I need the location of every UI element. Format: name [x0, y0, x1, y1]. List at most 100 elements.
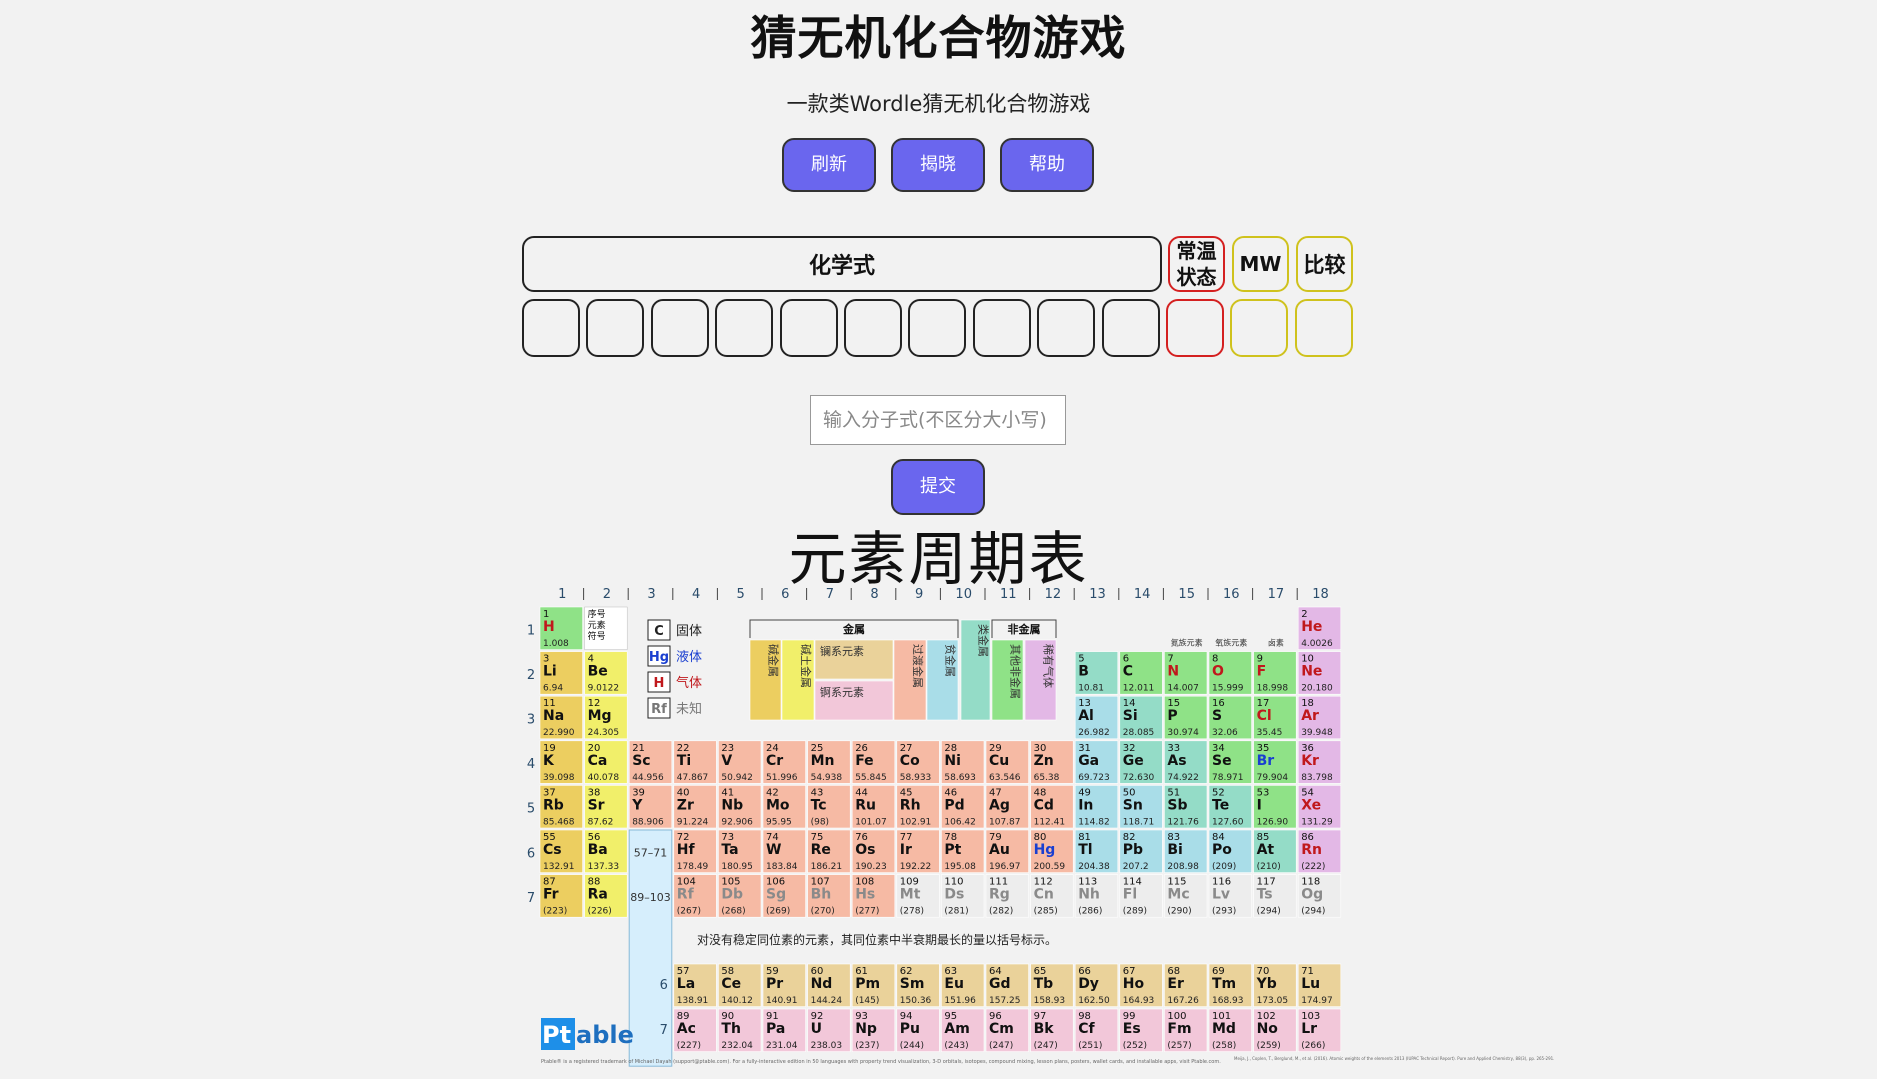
- atomic-weight: 35.45: [1257, 728, 1283, 738]
- atomic-number: 108: [855, 877, 874, 888]
- formula-tile-7: [908, 299, 967, 357]
- element-symbol: Tm: [1212, 976, 1236, 992]
- element-symbol: Pr: [766, 976, 783, 992]
- atomic-number: 13: [1078, 698, 1091, 709]
- legend-symbol: C: [654, 624, 664, 639]
- atomic-weight: (251): [1078, 1041, 1102, 1051]
- atomic-number: 83: [1167, 832, 1180, 843]
- help-button[interactable]: 帮助: [1000, 138, 1094, 192]
- period-number: 1: [527, 623, 535, 638]
- submit-button[interactable]: 提交: [891, 459, 985, 515]
- atomic-number: 52: [1212, 787, 1225, 798]
- element-symbol: Hs: [855, 887, 875, 903]
- atomic-weight: (286): [1078, 907, 1102, 917]
- element-cell: [807, 963, 851, 1007]
- element-cell: [1119, 829, 1163, 873]
- element-symbol: Rg: [989, 887, 1010, 903]
- element-cell: [1297, 785, 1342, 829]
- atomic-number: 107: [811, 877, 830, 888]
- atomic-number: 97: [1034, 1011, 1047, 1022]
- page-subtitle: 一款类Wordle猜无机化合物游戏: [786, 92, 1091, 116]
- element-symbol: Fm: [1167, 1021, 1191, 1037]
- element-cell: [584, 785, 628, 829]
- atomic-number: 15: [1167, 698, 1180, 709]
- element-symbol: Bk: [1034, 1021, 1055, 1037]
- formula-tile-3: [650, 299, 709, 357]
- element-cell: [1208, 695, 1252, 740]
- element-symbol: Md: [1212, 1021, 1236, 1037]
- element-symbol: Si: [1123, 708, 1138, 724]
- element-symbol: Sm: [900, 976, 925, 992]
- atomic-weight: 44.956: [632, 773, 664, 783]
- element-symbol: He: [1301, 619, 1322, 635]
- element-cell: [1208, 829, 1252, 873]
- period-number: 2: [527, 668, 535, 683]
- element-symbol: Mg: [588, 708, 612, 724]
- atomic-weight: (269): [766, 907, 790, 917]
- element-symbol: Rb: [543, 797, 564, 813]
- formula-label: 化学式: [808, 254, 875, 279]
- state-label-line1: 常温: [1176, 239, 1217, 263]
- element-cell: [628, 785, 673, 829]
- atomic-number: 35: [1257, 743, 1270, 754]
- element-symbol: Ga: [1078, 753, 1099, 769]
- atomic-weight: 65.38: [1034, 773, 1060, 783]
- element-symbol: Ta: [721, 842, 738, 858]
- atomic-weight: 22.990: [543, 728, 575, 738]
- atomic-number: 92: [811, 1011, 824, 1022]
- element-cell: [1297, 606, 1342, 650]
- atomic-number: 77: [900, 832, 913, 843]
- atomic-number: 3: [543, 654, 549, 665]
- atomic-weight: 12.011: [1123, 684, 1155, 694]
- atomic-number: 67: [1123, 966, 1136, 977]
- atomic-number: 98: [1078, 1011, 1091, 1022]
- element-cell: [1297, 874, 1342, 918]
- element-symbol: Ir: [900, 842, 912, 858]
- atomic-number: 46: [944, 787, 957, 798]
- element-symbol: Se: [1212, 753, 1232, 769]
- element-symbol: Lr: [1301, 1021, 1317, 1037]
- element-cell: [673, 785, 717, 829]
- element-cell: [1030, 874, 1074, 918]
- element-cell: [1253, 1008, 1297, 1052]
- element-cell: [896, 874, 940, 918]
- compare-header: 比较: [1296, 236, 1353, 292]
- atomic-weight: (282): [989, 907, 1013, 917]
- element-cell: [584, 651, 628, 695]
- metals-bracket: [749, 619, 959, 638]
- element-symbol: Xe: [1301, 797, 1321, 813]
- atomic-weight: (278): [900, 907, 924, 917]
- element-symbol: Zn: [1034, 753, 1054, 769]
- atomic-number: 36: [1301, 743, 1314, 754]
- legend-swatch: [647, 671, 671, 693]
- nonmetals-header: 非金属: [1008, 622, 1041, 636]
- element-cell: [941, 1008, 985, 1052]
- atomic-number: 14: [1123, 698, 1136, 709]
- element-cell: [896, 1008, 940, 1052]
- reveal-button[interactable]: 揭晓: [891, 138, 985, 192]
- atomic-number: 21: [632, 743, 645, 754]
- element-symbol: Te: [1212, 797, 1229, 813]
- element-symbol: Li: [543, 664, 557, 680]
- atomic-number: 33: [1167, 743, 1180, 754]
- element-cell: [1074, 785, 1119, 829]
- atomic-weight: 15.999: [1212, 684, 1244, 694]
- atomic-weight: 101.07: [855, 817, 887, 827]
- element-symbol: Ne: [1301, 664, 1322, 680]
- atomic-number: 90: [721, 1011, 734, 1022]
- formula-input[interactable]: [810, 395, 1066, 445]
- compare-tile: [1294, 299, 1353, 357]
- ptable-citation: Meija, J., Coplen, T., Berglund, M., et …: [1234, 1056, 1554, 1061]
- atomic-weight: 232.04: [721, 1041, 753, 1051]
- atomic-weight: (227): [677, 1041, 701, 1051]
- atomic-weight: (266): [1301, 1041, 1325, 1051]
- element-cell: [1074, 963, 1119, 1007]
- element-cell: [1030, 829, 1074, 873]
- atomic-weight: 114.82: [1078, 817, 1110, 827]
- refresh-button[interactable]: 刷新: [782, 138, 876, 192]
- atomic-weight: (145): [855, 996, 879, 1006]
- atomic-number: 48: [1034, 787, 1047, 798]
- formula-tile-6: [844, 299, 902, 357]
- element-symbol: Zr: [677, 797, 694, 813]
- atomic-weight: 157.25: [989, 996, 1021, 1006]
